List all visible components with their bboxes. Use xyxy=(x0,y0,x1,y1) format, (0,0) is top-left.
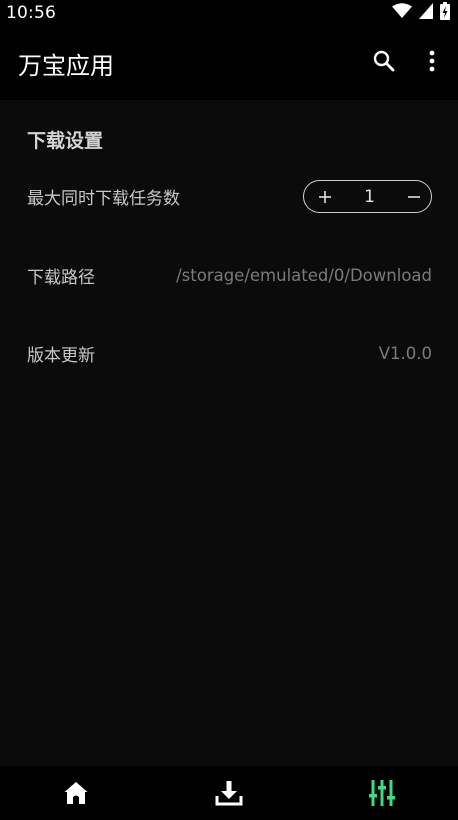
version-update-label: 版本更新 xyxy=(27,346,95,366)
increment-button[interactable] xyxy=(316,188,334,206)
wifi-icon xyxy=(392,3,412,23)
sliders-icon xyxy=(368,780,395,806)
app-title: 万宝应用 xyxy=(18,51,114,80)
download-icon xyxy=(215,781,243,806)
nav-download[interactable] xyxy=(189,766,269,820)
more-options-button[interactable] xyxy=(408,39,456,87)
bottom-nav xyxy=(0,766,458,820)
status-time: 10:56 xyxy=(6,3,56,23)
max-tasks-label: 最大同时下载任务数 xyxy=(27,189,180,209)
download-path-label: 下载路径 xyxy=(27,268,95,288)
more-vert-icon xyxy=(429,49,435,77)
status-icons xyxy=(392,2,450,24)
max-tasks-row: 最大同时下载任务数 1 xyxy=(27,180,432,213)
section-title: 下载设置 xyxy=(27,130,104,152)
plus-icon xyxy=(319,190,331,203)
cellular-signal-icon xyxy=(419,3,433,23)
decrement-button[interactable] xyxy=(405,188,423,206)
max-tasks-value: 1 xyxy=(364,186,375,207)
version-value: V1.0.0 xyxy=(378,344,432,363)
nav-home[interactable] xyxy=(36,766,116,820)
minus-icon xyxy=(407,195,420,198)
app-bar: 万宝应用 xyxy=(0,26,458,100)
settings-content: 下载设置 最大同时下载任务数 1 下载路径 /storage/emulated/… xyxy=(0,100,458,766)
search-icon xyxy=(372,49,396,77)
status-bar: 10:56 xyxy=(0,0,458,26)
max-tasks-stepper: 1 xyxy=(303,180,432,213)
version-update-row[interactable]: 版本更新 V1.0.0 xyxy=(27,341,432,366)
download-path-row[interactable]: 下载路径 /storage/emulated/0/Download xyxy=(27,263,432,288)
download-path-value: /storage/emulated/0/Download xyxy=(176,266,432,285)
search-button[interactable] xyxy=(360,39,408,87)
nav-settings[interactable] xyxy=(342,766,422,820)
home-icon xyxy=(64,782,88,804)
battery-icon xyxy=(440,2,450,24)
